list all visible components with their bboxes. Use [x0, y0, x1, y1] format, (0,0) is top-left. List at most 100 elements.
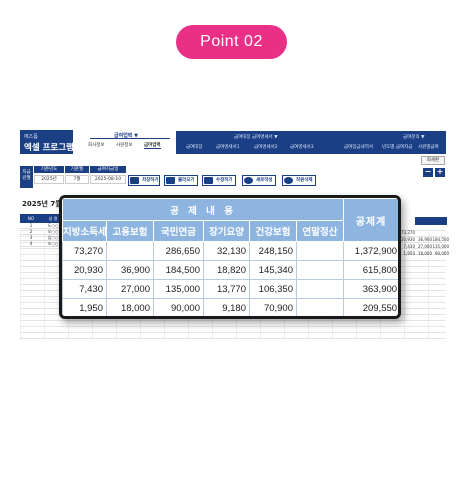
load-button[interactable]: 불러오기 [164, 175, 198, 186]
total-header: 공제계 [343, 198, 398, 242]
filter-year-value[interactable]: 2025년 [34, 175, 64, 184]
delete-icon [284, 177, 293, 184]
row-no: 1 [29, 223, 33, 228]
row-no: 4 [29, 241, 33, 246]
save-button[interactable]: 저장하기 [128, 175, 160, 186]
delete-button-label: 작원삭제 [296, 178, 313, 183]
save-icon [130, 177, 139, 184]
menu-group-payroll: 급여업력 ▼ 회사정보 사원정보 급여업력 [80, 130, 172, 154]
point-badge: Point 02 [176, 25, 287, 59]
menu-item-per-employee[interactable]: 사원별급여 [418, 144, 439, 150]
cell [295, 279, 345, 299]
col-employment-insurance: 고용보험 [106, 220, 154, 242]
menu-item-slip2[interactable]: 급여명세서2 [254, 144, 278, 150]
col-health-insurance: 건강보험 [249, 220, 297, 242]
cell: 73,270 [62, 241, 107, 261]
new-icon [244, 177, 253, 184]
cell: 27,000 [418, 244, 432, 249]
load-button-label: 불러오기 [178, 178, 195, 183]
menu-group-reports: 급여대장 급여명세서 ▼ 급여문의 ▼ 급여대장 급여명세서1 급여명세서2 급… [176, 131, 446, 154]
menu-item-slip1[interactable]: 급여명세서1 [216, 144, 240, 150]
cell: 18,820 [203, 260, 250, 280]
row-no: 3 [29, 235, 33, 240]
plus-button[interactable]: + [435, 168, 445, 177]
cell: 145,340 [249, 260, 297, 280]
cell: 286,650 [153, 241, 204, 261]
filter-side-label: 지급 년월 [20, 166, 33, 188]
deduction-table: 공 제 내 용 공제계 지방소득세 고용보험 국민연금 장기요양 건강보험 연말… [62, 198, 398, 316]
cell: 90,000 [435, 251, 449, 256]
cell: 18,000 [418, 251, 432, 256]
app-logo: 에즈폼 엑셀 프로그램 [20, 130, 74, 154]
employee-table: NO 성 명 1 도○○ 2 오○○ 3 임○○ 4 조○○ [20, 214, 64, 247]
cell [295, 298, 345, 316]
list-item: 1,950 18,000 90,000 [398, 251, 449, 258]
cell: 70,900 [249, 298, 297, 316]
cell: 9,180 [203, 298, 250, 316]
menu-item-company[interactable]: 회사정보 [88, 142, 105, 148]
employee-table-header: NO 성 명 [20, 214, 64, 223]
filter-month-value[interactable]: 7월 [65, 175, 89, 184]
menu-divider [90, 138, 170, 139]
right-partial-values: 73,270 20,930 36,900184,500 7,430 27,00013… [398, 230, 449, 258]
edit-icon [204, 177, 213, 184]
cell: 36,900 [418, 237, 432, 242]
right-header-strip [415, 217, 447, 225]
save-button-label: 저장하기 [142, 178, 159, 183]
cell: 27,000 [106, 279, 154, 299]
table-row: 73,270 286,650 32,130 248,150 1,372,900 [62, 241, 398, 261]
cell: 1,950 [62, 298, 107, 316]
cell: 20,930 [62, 260, 107, 280]
cell [106, 241, 154, 261]
logo-small-text: 에즈폼 [24, 134, 38, 140]
menu-item-ledger[interactable]: 급여대장 [186, 144, 203, 150]
menu-item-payroll-entry[interactable]: 급여업력 [144, 142, 161, 149]
menu-item-transfer[interactable]: 급여업금내역서 [344, 144, 373, 150]
cell: 7,430 [62, 279, 107, 299]
row-no: 2 [29, 229, 33, 234]
table-row: 7,430 27,000 135,000 13,770 106,350 363,… [62, 279, 398, 299]
deduction-group-header: 공 제 내 용 [62, 198, 345, 221]
cell [295, 241, 345, 261]
minus-button[interactable]: − [423, 168, 433, 177]
menu-item-slip3[interactable]: 급여명세서3 [290, 144, 314, 150]
logo-title: 엑셀 프로그램 [24, 143, 74, 153]
cell: 106,350 [249, 279, 297, 299]
cell: 90,000 [153, 298, 204, 316]
total-cell: 209,550 [343, 298, 398, 316]
list-item: 73,270 [398, 230, 449, 237]
cell: 184,500 [432, 237, 449, 242]
col-local-tax: 지방소득세 [62, 220, 107, 242]
col-no: NO [27, 216, 35, 221]
edit-button-label: 수정하기 [216, 178, 233, 183]
col-national-pension: 국민연금 [153, 220, 204, 242]
list-item: 7,430 27,000135,000 [398, 244, 449, 251]
cell: 36,900 [106, 260, 154, 280]
cell: 135,000 [432, 244, 449, 249]
menu-header-inquiry[interactable]: 급여문의 ▼ [403, 134, 424, 140]
table-row: 20,930 36,900 184,500 18,820 145,340 615… [62, 260, 398, 280]
cell: 18,000 [106, 298, 154, 316]
cell: 248,150 [249, 241, 297, 261]
delete-button[interactable]: 작원삭제 [282, 175, 316, 186]
filter-label-paydate: 급여지급일 [90, 166, 126, 173]
edit-button[interactable]: 수정하기 [202, 175, 236, 186]
new-button-label: 새로작성 [256, 178, 273, 183]
menu-item-employee[interactable]: 사원정보 [116, 142, 133, 148]
print-button[interactable]: 회세판 [421, 156, 445, 165]
table-row: 1,950 18,000 90,000 9,180 70,900 209,550 [62, 298, 398, 316]
cell: 135,000 [153, 279, 204, 299]
new-button[interactable]: 새로작성 [242, 175, 276, 186]
filter-paydate-value[interactable]: 2025-08-10 [90, 175, 126, 184]
year-month-title: 2025년 7월 [22, 200, 62, 208]
menu-header-ledger[interactable]: 급여대장 급여명세서 ▼ [234, 134, 278, 140]
table-row[interactable]: 4 조○○ [20, 241, 64, 247]
total-cell: 1,372,900 [343, 241, 398, 261]
col-year-end-settlement: 연말정산 [295, 220, 345, 242]
col-long-term-care: 장기요양 [203, 220, 250, 242]
cell [295, 260, 345, 280]
list-item: 20,930 36,900184,500 [398, 237, 449, 244]
menu-item-yearly[interactable]: 년도별 급여지급 [382, 144, 412, 150]
cell: 13,770 [203, 279, 250, 299]
total-cell: 363,900 [343, 279, 398, 299]
